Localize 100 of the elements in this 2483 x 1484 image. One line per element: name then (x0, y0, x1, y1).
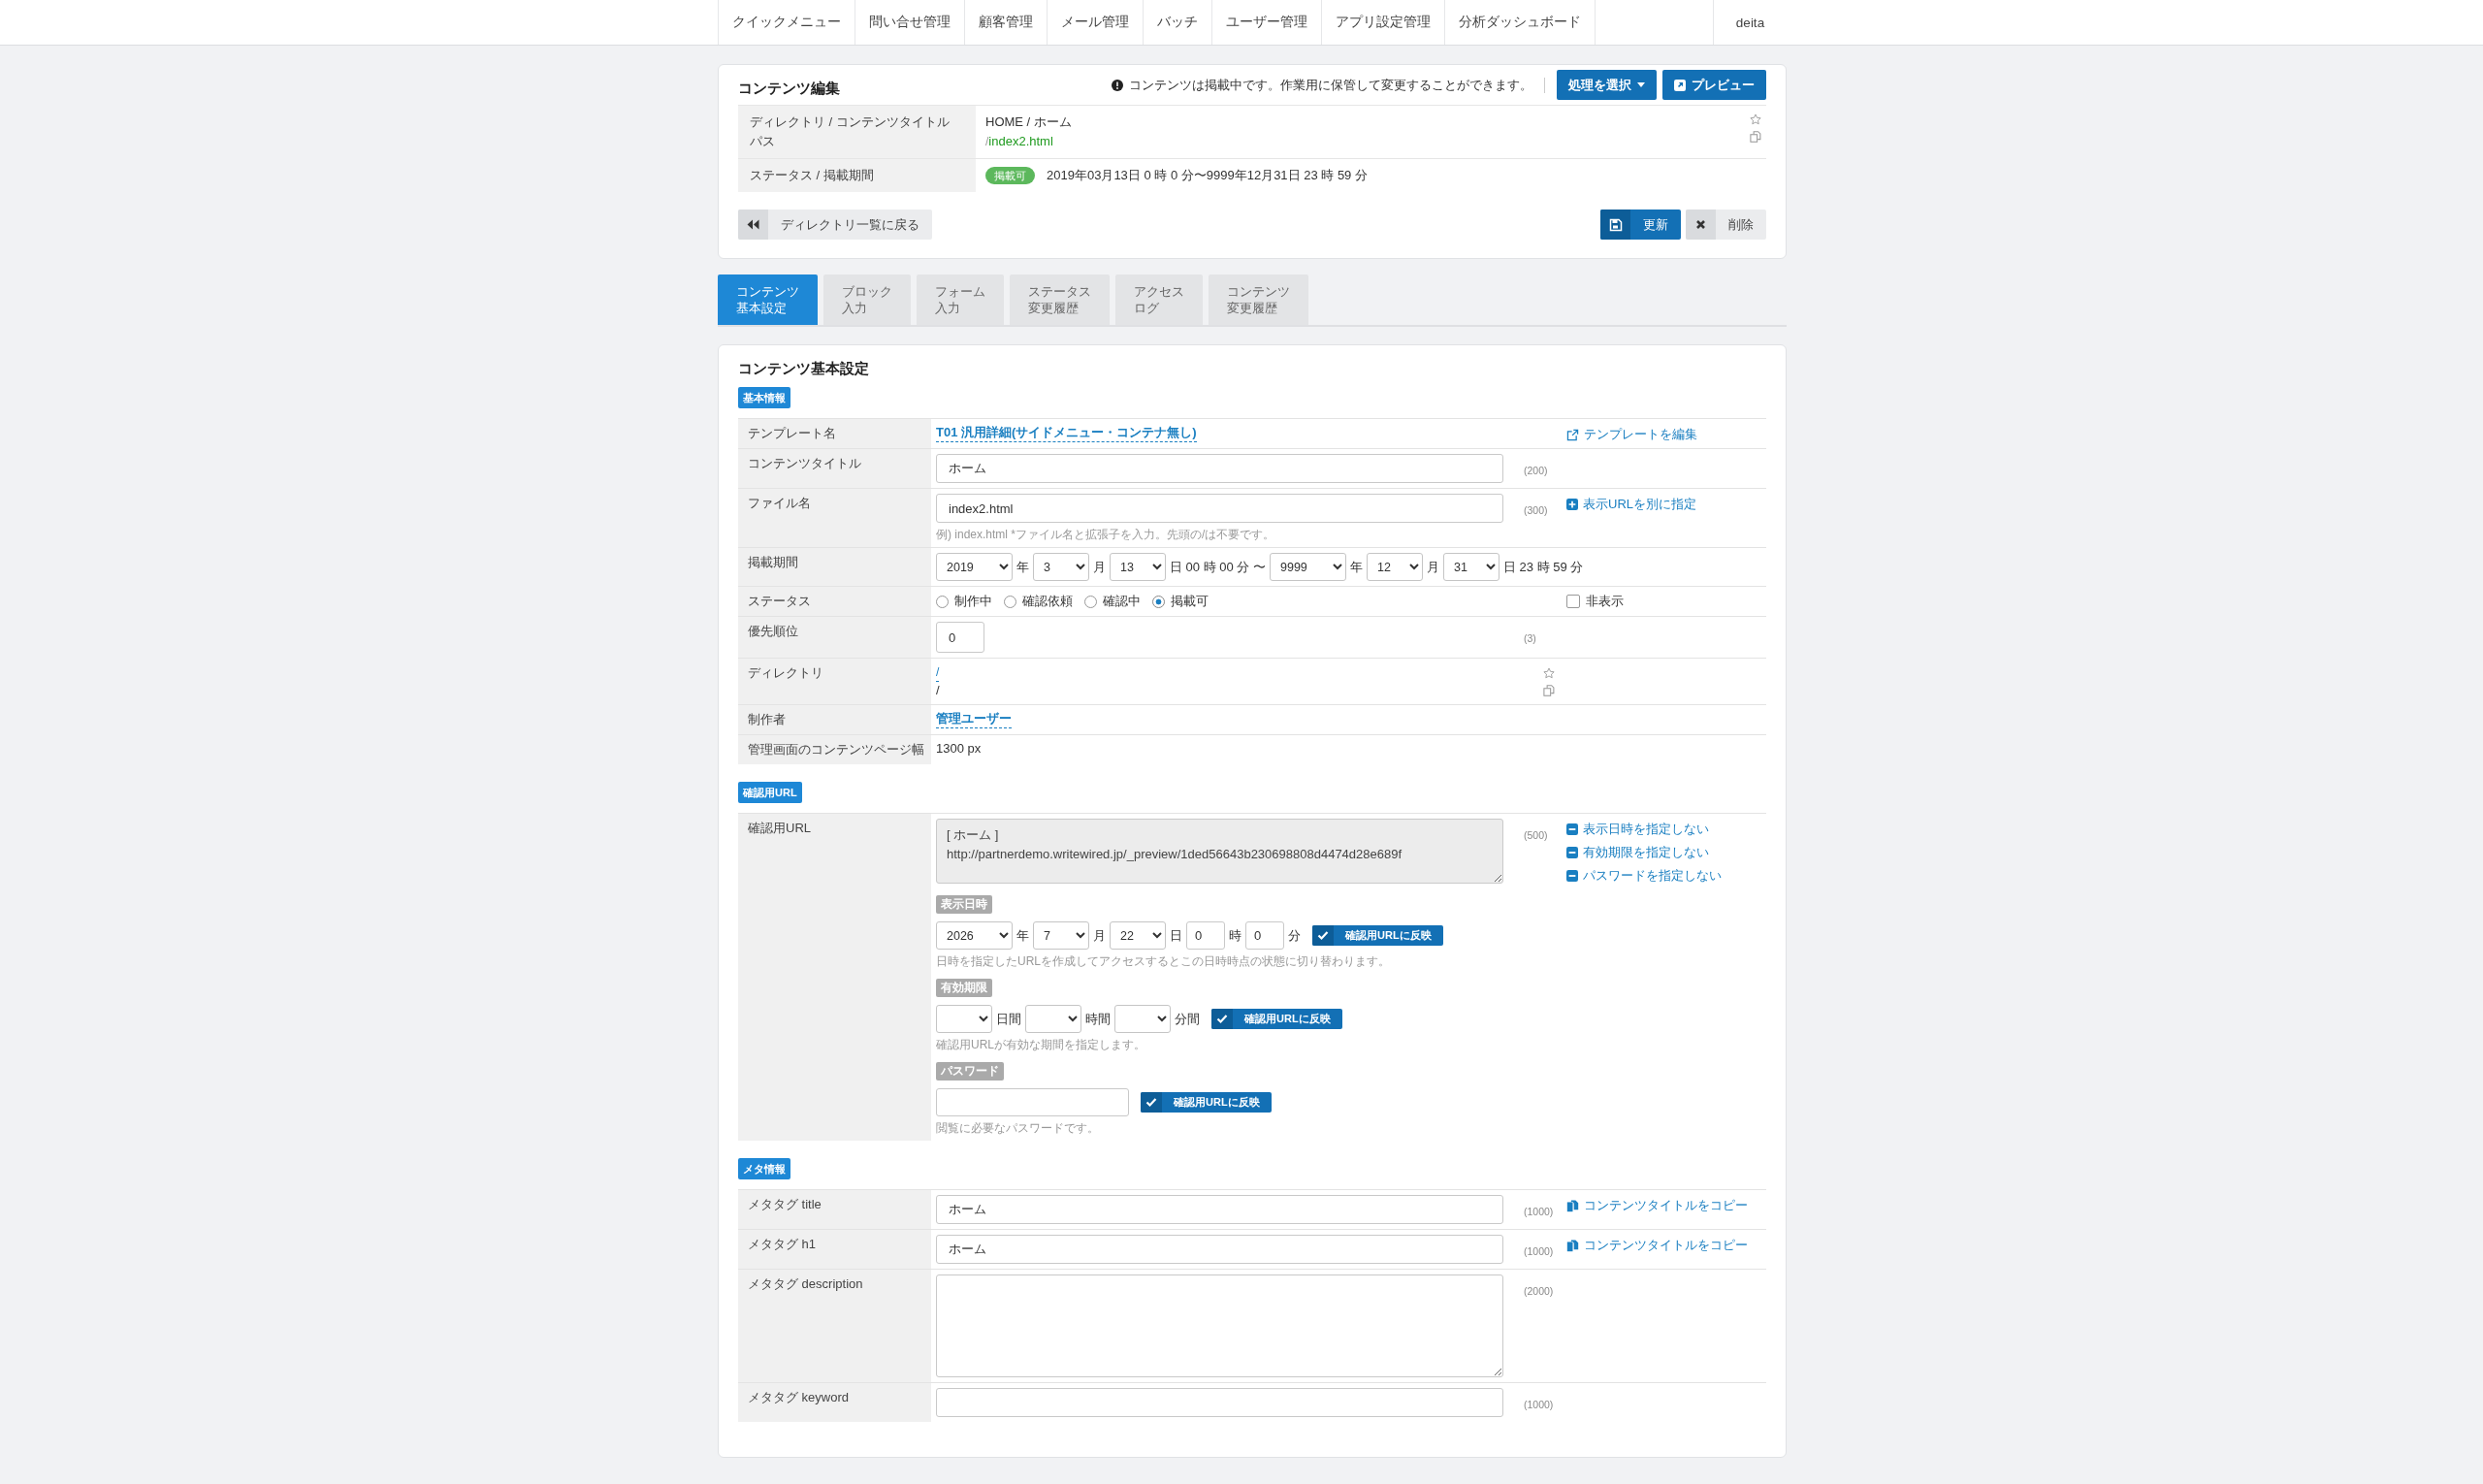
delete-button[interactable]: 削除 (1686, 210, 1766, 240)
text-field[interactable] (936, 1388, 1503, 1417)
text-field[interactable]: ホーム (936, 1235, 1503, 1264)
unit-text: 日 (1170, 926, 1182, 945)
preview-url-field[interactable]: [ ホーム ] http://partnerdemo.writewired.jp/_preview/1ded56643b230698808d4474d28e689f (936, 819, 1503, 884)
checkbox[interactable] (1566, 595, 1580, 608)
group-tag: 有効期限 (936, 979, 992, 997)
copy-icon[interactable] (1543, 685, 1555, 696)
hint-text: 確認用URLが有効な期間を指定します。 (936, 1037, 1145, 1052)
number-field[interactable]: 0 (1245, 921, 1284, 950)
preview-button[interactable]: プレビュー (1662, 70, 1766, 100)
select-field[interactable]: 2026 (936, 921, 1013, 950)
select-field[interactable]: 31 (1443, 553, 1499, 581)
tab[interactable]: ステータス 変更履歴 (1010, 274, 1110, 325)
copy-icon (1566, 1239, 1579, 1252)
section-badge: 確認用URL (738, 782, 802, 803)
tab[interactable]: ブロック 入力 (823, 274, 911, 325)
tab[interactable]: コンテンツ 基本設定 (718, 274, 818, 325)
breadcrumb-text: HOME / ホーム (985, 113, 1072, 131)
select-field[interactable]: 3 (1033, 553, 1089, 581)
path-link[interactable]: index2.html (988, 134, 1053, 148)
select-field[interactable] (1025, 1005, 1081, 1033)
reflect-button[interactable]: 確認用URLに反映 (1141, 1092, 1272, 1113)
unit-text: 月 (1093, 926, 1106, 945)
unit-text: 分間 (1175, 1010, 1200, 1028)
copy-icon[interactable] (1750, 131, 1761, 143)
nav-item[interactable]: 問い合せ管理 (855, 0, 965, 45)
select-field[interactable]: 9999 (1270, 553, 1346, 581)
select-field[interactable] (1114, 1005, 1171, 1033)
back-button[interactable]: ディレクトリ一覧に戻る (738, 210, 932, 240)
nav-item[interactable]: アプリ設定管理 (1322, 0, 1445, 45)
select-field[interactable]: 22 (1110, 921, 1166, 950)
update-button[interactable]: 更新 (1600, 210, 1681, 240)
reflect-button[interactable]: 確認用URLに反映 (1211, 1009, 1342, 1029)
nav-item[interactable]: ユーザー管理 (1212, 0, 1322, 45)
text-field[interactable]: index2.html (936, 494, 1503, 523)
unit-text: 時間 (1085, 1010, 1111, 1028)
section-title: コンテンツ基本設定 (738, 360, 870, 378)
field-label: メタタグ h1 (738, 1230, 931, 1269)
check-icon (1211, 1009, 1233, 1029)
value-link[interactable]: T01 汎用詳細(サイドメニュー・コンテナ無し) (936, 424, 1197, 442)
action-link[interactable]: コンテンツタイトルをコピー (1566, 1237, 1748, 1254)
action-link[interactable]: 有効期限を指定しない (1566, 844, 1709, 861)
action-link[interactable]: 表示日時を指定しない (1566, 821, 1709, 838)
tab[interactable]: コンテンツ 変更履歴 (1209, 274, 1308, 325)
directory-link[interactable]: / (936, 663, 940, 682)
field-label: 掲載期間 (738, 548, 931, 586)
radio-label: 確認依頼 (1022, 593, 1073, 610)
text-field[interactable]: ホーム (936, 1195, 1503, 1224)
field-label: ディレクトリ (738, 659, 931, 704)
minus-square-icon (1566, 847, 1578, 858)
radio-button[interactable] (1004, 595, 1016, 608)
plus-square-icon (1566, 499, 1578, 510)
user-menu[interactable]: deita (1713, 0, 1787, 45)
unit-text: 分 (1288, 926, 1301, 945)
text-field[interactable]: ホーム (936, 454, 1503, 483)
nav-item[interactable]: 顧客管理 (965, 0, 1048, 45)
radio-button[interactable] (936, 595, 949, 608)
password-field[interactable] (936, 1088, 1129, 1116)
group-tag: パスワード (936, 1062, 1004, 1081)
caret-icon (1637, 82, 1645, 87)
tab[interactable]: アクセス ログ (1115, 274, 1203, 325)
unit-text: 日 23 時 59 分 (1503, 558, 1584, 576)
select-field[interactable] (936, 1005, 992, 1033)
star-icon[interactable] (1543, 667, 1555, 679)
select-field[interactable]: 12 (1367, 553, 1423, 581)
radio-label: 確認中 (1103, 593, 1141, 610)
select-field[interactable]: 13 (1110, 553, 1166, 581)
external-link-icon (1674, 79, 1686, 91)
action-link[interactable]: コンテンツタイトルをコピー (1566, 1197, 1748, 1214)
number-field[interactable]: 0 (936, 622, 984, 653)
tab[interactable]: フォーム 入力 (917, 274, 1004, 325)
value-link[interactable]: 管理ユーザー (936, 710, 1012, 728)
action-link[interactable]: テンプレートを編集 (1566, 426, 1697, 443)
value-text: 1300 px (936, 740, 982, 758)
reflect-button[interactable]: 確認用URLに反映 (1312, 925, 1443, 946)
radio-label: 制作中 (954, 593, 992, 610)
char-limit-text: (3) (1523, 631, 1536, 646)
section-badge: メタ情報 (738, 1158, 790, 1179)
radio-button[interactable] (1084, 595, 1097, 608)
process-dropdown-button[interactable]: 処理を選択 (1557, 70, 1657, 100)
radio-button[interactable] (1152, 595, 1165, 608)
number-field[interactable]: 0 (1186, 921, 1225, 950)
unit-text: 日間 (996, 1010, 1021, 1028)
field-label: メタタグ description (738, 1270, 931, 1382)
hint-text: 日時を指定したURLを作成してアクセスするとこの日時時点の状態に切り替わります。 (936, 953, 1390, 969)
unit-text: 月 (1093, 558, 1106, 576)
select-field[interactable]: 7 (1033, 921, 1089, 950)
nav-item[interactable]: 分析ダッシュボード (1445, 0, 1596, 45)
nav-item[interactable]: メール管理 (1048, 0, 1144, 45)
field-label: ステータス (738, 587, 931, 616)
checkbox-label: 非表示 (1586, 593, 1624, 610)
textarea-field[interactable] (936, 1274, 1503, 1377)
select-field[interactable]: 2019 (936, 553, 1013, 581)
star-icon[interactable] (1750, 113, 1761, 125)
action-link[interactable]: パスワードを指定しない (1566, 867, 1722, 885)
action-link[interactable]: 表示URLを別に指定 (1566, 496, 1696, 513)
field-label: 優先順位 (738, 617, 931, 658)
nav-item[interactable]: クイックメニュー (718, 0, 855, 45)
nav-item[interactable]: バッチ (1144, 0, 1212, 45)
